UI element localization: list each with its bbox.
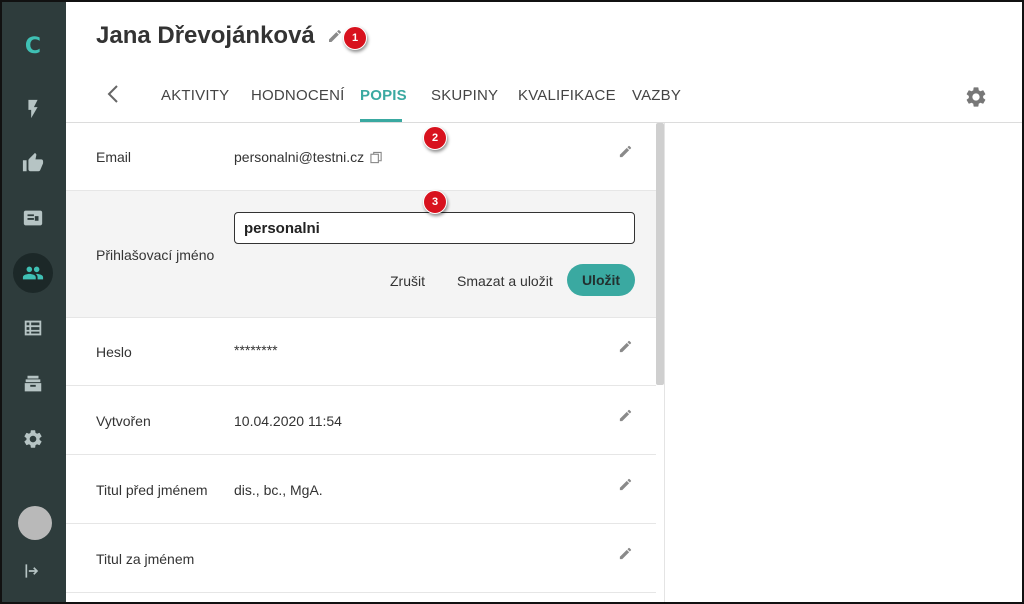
field-row-created: Vytvořen 10.04.2020 11:54 (66, 386, 656, 455)
pencil-icon (329, 29, 342, 42)
password-value: ******** (234, 342, 278, 358)
field-label: Přihlašovací jméno (96, 247, 215, 263)
tab-skupiny[interactable]: SKUPINY (431, 87, 498, 104)
page-title: Jana Dřevojánková (96, 22, 315, 49)
avatar[interactable] (18, 506, 52, 540)
panel-divider (664, 123, 665, 604)
tab-aktivity[interactable]: AKTIVITY (161, 87, 229, 104)
field-label: Vytvořen (96, 413, 151, 429)
scrollbar[interactable] (656, 123, 664, 385)
field-row-title-before: Titul před jménem dis., bc., MgA. (66, 455, 656, 524)
login-input[interactable] (234, 212, 635, 244)
pencil-icon (619, 547, 632, 560)
id-card-icon (23, 210, 43, 226)
pencil-icon (619, 145, 632, 158)
delete-and-save-button[interactable]: Smazat a uložit (457, 273, 553, 289)
sidebar-item-tables[interactable] (13, 308, 53, 348)
field-row-password: Heslo ******** (66, 318, 656, 386)
field-label: Titul za jménem (96, 551, 195, 567)
field-label: Titul před jménem (96, 482, 208, 498)
back-button[interactable] (102, 82, 126, 106)
edit-email-button[interactable] (618, 144, 634, 160)
pencil-icon (619, 478, 632, 491)
pencil-icon (619, 409, 632, 422)
detail-panel: Email personalni@testni.cz Přihlašovací … (66, 123, 664, 604)
pencil-icon (619, 340, 632, 353)
chevron-left-icon (107, 85, 118, 103)
tab-kvalifikace[interactable]: KVALIFIKACE (518, 87, 616, 104)
field-row-email: Email personalni@testni.cz (66, 123, 656, 191)
logout-button[interactable] (13, 551, 53, 591)
tab-bar: AKTIVITY HODNOCENÍ POPIS SKUPINY KVALIFI… (66, 70, 1024, 123)
field-row-login: Přihlašovací jméno Zrušit Smazat a uloži… (66, 191, 656, 318)
annotation-badge-3: 3 (423, 190, 447, 214)
table-icon (24, 320, 42, 336)
thumbs-up-icon (22, 152, 44, 172)
app-logo[interactable]: C (0, 34, 66, 59)
archive-icon (24, 375, 42, 392)
view-settings-button[interactable] (964, 85, 988, 109)
users-icon (22, 266, 44, 280)
sidebar-item-rating[interactable] (13, 143, 53, 183)
gear-icon (966, 87, 986, 107)
sidebar-item-users[interactable] (13, 253, 53, 293)
email-value: personalni@testni.cz (234, 149, 365, 165)
sidebar-item-settings[interactable] (13, 419, 53, 459)
edit-title-button[interactable] (327, 28, 343, 44)
edit-title-after-button[interactable] (618, 546, 634, 562)
tab-vazby[interactable]: VAZBY (632, 87, 681, 104)
save-button[interactable]: Uložit (567, 264, 635, 296)
created-value: 10.04.2020 11:54 (234, 413, 342, 429)
title-before-value: dis., bc., MgA. (234, 482, 323, 498)
sidebar-item-cards[interactable] (13, 198, 53, 238)
field-label: Heslo (96, 344, 132, 360)
annotation-badge-1: 1 (343, 26, 367, 50)
sidebar: C (0, 0, 66, 604)
edit-title-before-button[interactable] (618, 477, 634, 493)
logout-icon (25, 564, 39, 578)
copy-icon[interactable] (370, 151, 384, 165)
field-label: Email (96, 149, 132, 165)
field-row-title-after: Titul za jménem (66, 524, 656, 593)
edit-created-button[interactable] (618, 408, 634, 424)
edit-password-button[interactable] (618, 339, 634, 355)
bolt-icon (28, 99, 38, 119)
gear-icon (24, 430, 42, 448)
tab-hodnoceni[interactable]: HODNOCENÍ (251, 87, 344, 104)
sidebar-item-archive[interactable] (13, 364, 53, 404)
tab-popis[interactable]: POPIS (360, 87, 407, 104)
cancel-button[interactable]: Zrušit (390, 273, 425, 289)
active-tab-indicator (360, 119, 402, 122)
annotation-badge-2: 2 (423, 126, 447, 150)
sidebar-item-activity[interactable] (13, 89, 53, 129)
field-value: personalni@testni.cz (234, 149, 384, 165)
